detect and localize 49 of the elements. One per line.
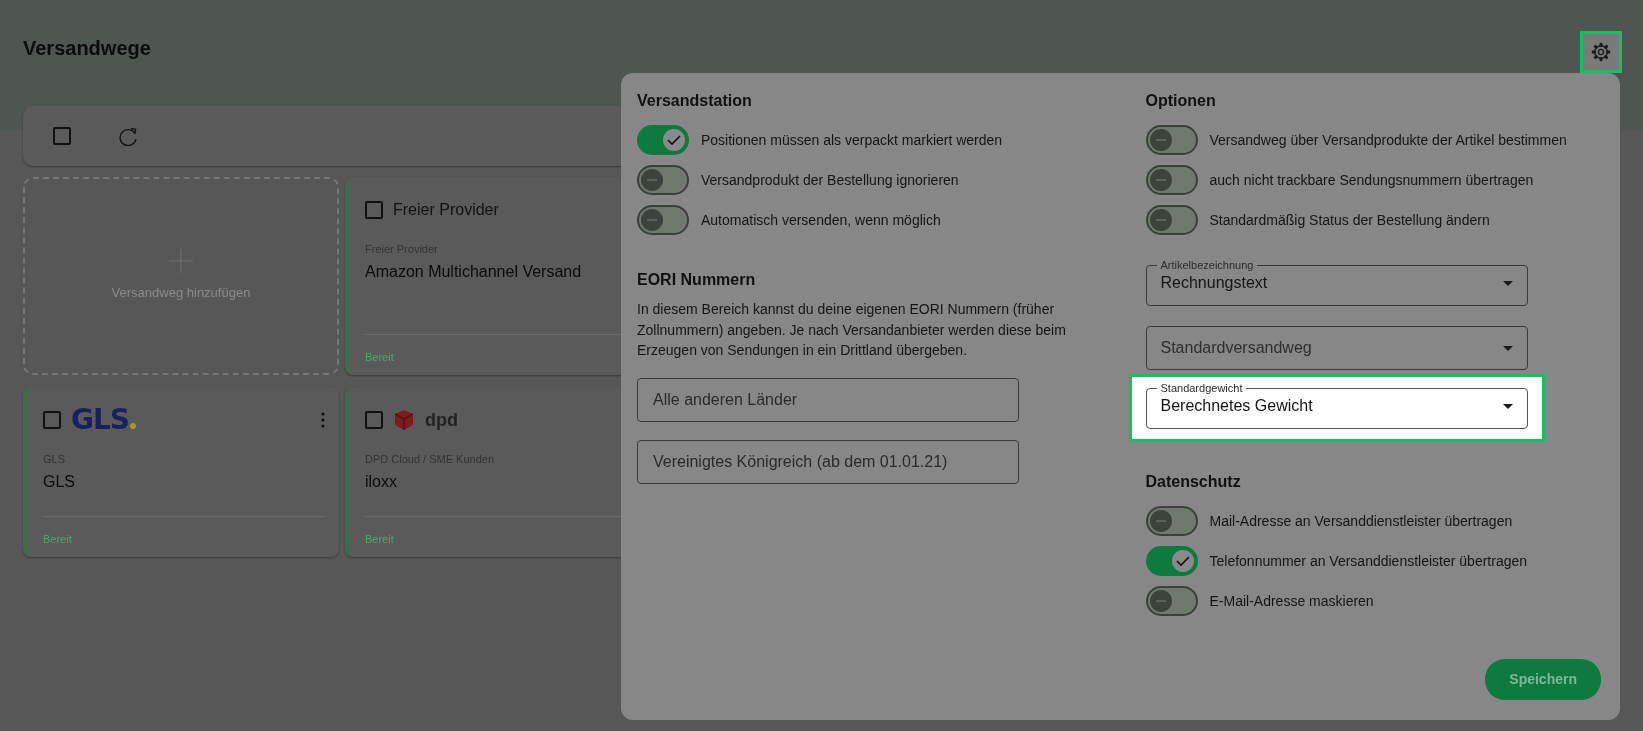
section-heading: Optionen [1145,91,1217,111]
toggle-label: Positionen müssen als verpackt markiert werden [701,130,1003,150]
toggle-label: auch nicht trackbare Sendungsnummern übertragen [1209,170,1534,190]
page-title: Versandwege [23,36,151,60]
input-field[interactable]: Vereinigtes Königreich (ab dem 01.01.21) [637,440,1019,485]
checkbox[interactable] [365,411,383,429]
toggle-switch[interactable] [1145,586,1198,617]
select-field[interactable]: Standardgewicht Berechnetes Gewicht [1145,383,1528,430]
toggle-switch[interactable] [637,205,689,236]
toggle-label: Telefonnummer an Versanddienstleister übertragen [1209,551,1528,571]
settings-icon [1591,42,1611,62]
toggle-label: Automatisch versenden, wenn möglich [701,210,941,230]
check-icon [1175,555,1190,568]
card-name: GLS [43,471,76,492]
toggle-switch[interactable] [1145,546,1198,577]
toggle-label: Mail-Adresse an Versanddienstleister übertragen [1209,511,1513,531]
caret-icon [1502,280,1513,286]
toggle-label: Versandprodukt der Bestellung ignorieren [701,170,959,190]
toggle-label: Versandweg über Versandprodukte der Artikel bestimmen [1209,130,1567,150]
status-label: Bereit [365,531,395,547]
card-name: iloxx [365,471,398,492]
select-field[interactable]: Artikelbezeichnung Rechnungstext [1145,260,1528,307]
settings-button[interactable] [1580,31,1622,73]
select-all-checkbox[interactable] [53,127,71,145]
caret-icon [1502,403,1513,409]
caret-icon [1502,345,1513,351]
toggle-label: Standardmäßig Status der Bestellung ändern [1209,210,1490,230]
card-title: Freier Provider [393,200,499,220]
toggle-switch[interactable] [1145,506,1198,537]
toggle-switch[interactable] [1145,125,1198,156]
select-field[interactable]: Standardversandweg [1145,326,1528,371]
logo: GLS [71,406,136,434]
section-heading: Versandstation [637,91,753,111]
refresh-icon[interactable] [119,126,139,146]
more-icon[interactable] [321,412,325,428]
check-icon [667,134,681,147]
toggle-switch[interactable] [1145,205,1198,236]
checkbox[interactable] [43,411,61,429]
toggle-switch[interactable] [1145,165,1198,196]
logo: dpd [425,408,458,432]
toggle-label: E-Mail-Adresse maskieren [1209,591,1374,611]
toggle-switch[interactable] [637,165,689,196]
save-button[interactable]: Speichern [1485,659,1601,700]
cube-icon [393,409,415,431]
checkbox[interactable] [365,201,383,219]
toggle-switch[interactable] [637,125,689,156]
input-field[interactable]: Alle anderen Länder [637,378,1019,423]
status-label: Bereit [43,531,73,547]
section-heading: Datenschutz [1145,472,1242,492]
